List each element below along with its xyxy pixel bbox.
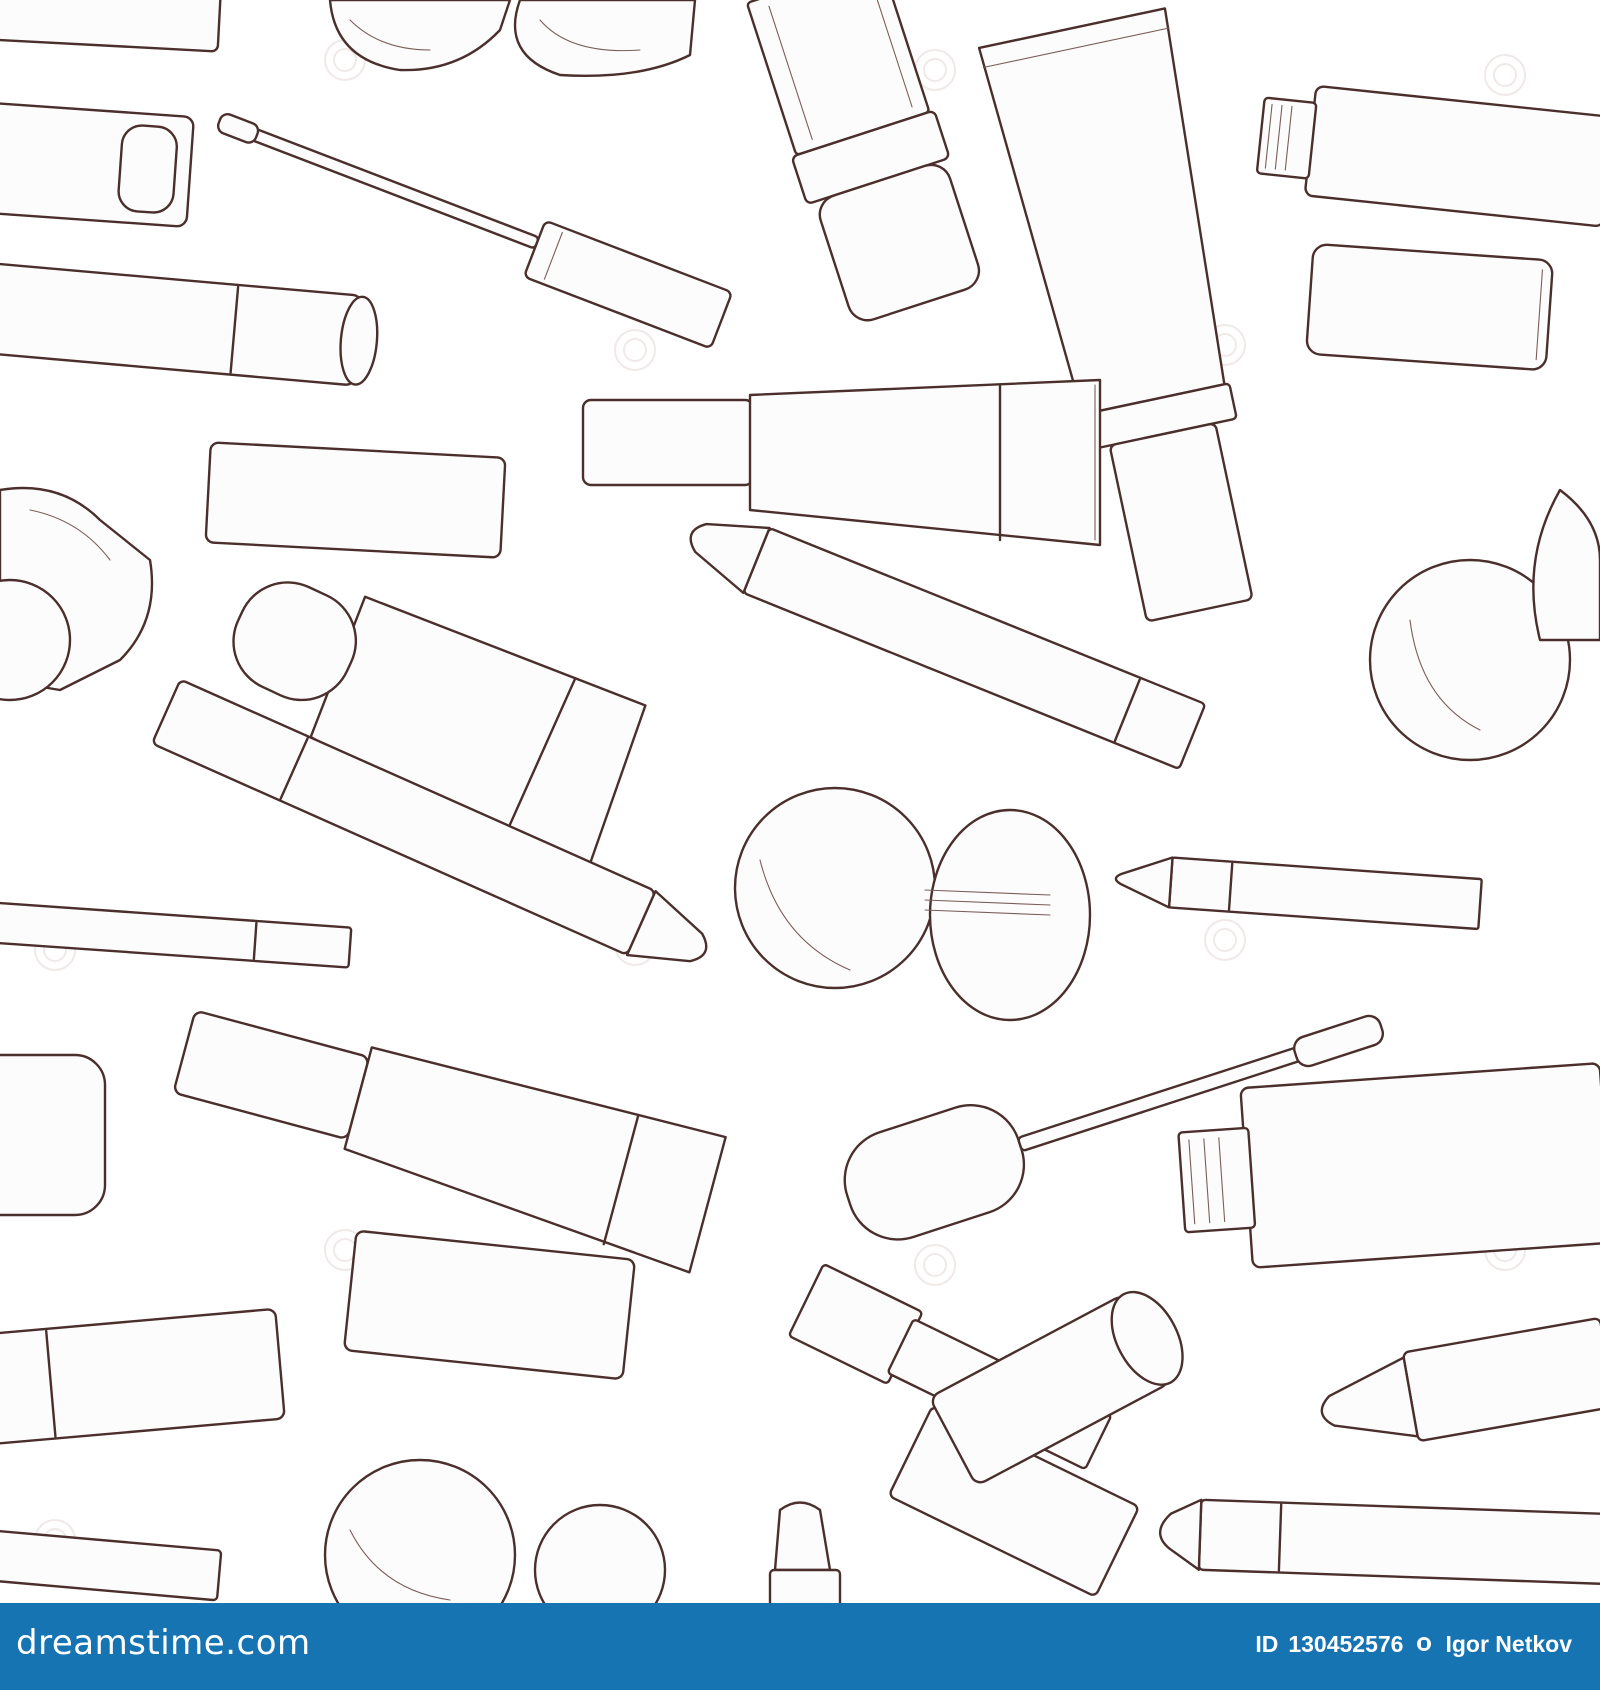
lip-balm-round-center (733, 786, 1092, 1022)
lipstick-cap-bottom-left (0, 1053, 107, 1217)
lip-liner-pencil-diagonal (689, 522, 1206, 769)
cosmetics-pattern (0, 0, 1600, 1603)
lipstick-small-bottom (768, 1501, 842, 1603)
id-label: ID (1255, 1631, 1279, 1657)
image-meta: ID 130452576 Igor Netkov (1255, 1631, 1572, 1658)
lip-balm-egg-top (328, 0, 697, 78)
open-tube-top-right (1255, 85, 1600, 228)
lip-balm-round-right (1368, 488, 1600, 762)
tube-lower-left (173, 1011, 727, 1274)
lipstick-bottom-left (0, 1308, 286, 1446)
lip-pencil-left (0, 900, 353, 969)
lipstick-cap-lower-center (343, 1230, 636, 1380)
stock-banner: dreamstime.com ID 130452576 Igor Netkov (0, 1603, 1600, 1690)
stock-image: dreamstime.com ID 130452576 Igor Netkov (0, 0, 1600, 1690)
lipstick-cap-top-left (0, 0, 222, 53)
dreamstime-logo: dreamstime.com (16, 1623, 311, 1663)
author-icon (1413, 1634, 1435, 1656)
lipstick-bullet-right (1320, 1317, 1600, 1442)
id-value: 130452576 (1288, 1631, 1404, 1657)
lipstick-right-partial (1305, 243, 1554, 371)
lip-pencil-bottom-right (1158, 1498, 1600, 1586)
lipstick-top-center (746, 0, 981, 322)
author-name: Igor Netkov (1445, 1631, 1572, 1657)
lip-balm-left-edge (0, 486, 154, 702)
lip-pencil-right (1114, 856, 1483, 931)
pencil-bottom-left-partial (0, 1528, 223, 1602)
lip-gloss-bottle-left (0, 101, 195, 228)
open-mascara-right (1177, 1062, 1600, 1269)
lipstick-cap-center-left (204, 441, 507, 559)
lip-balm-round-bottom (323, 1458, 667, 1603)
gloss-tube-left (0, 262, 379, 386)
tube-center-horizontal (581, 378, 1102, 547)
pattern-illustration (0, 0, 1600, 1603)
